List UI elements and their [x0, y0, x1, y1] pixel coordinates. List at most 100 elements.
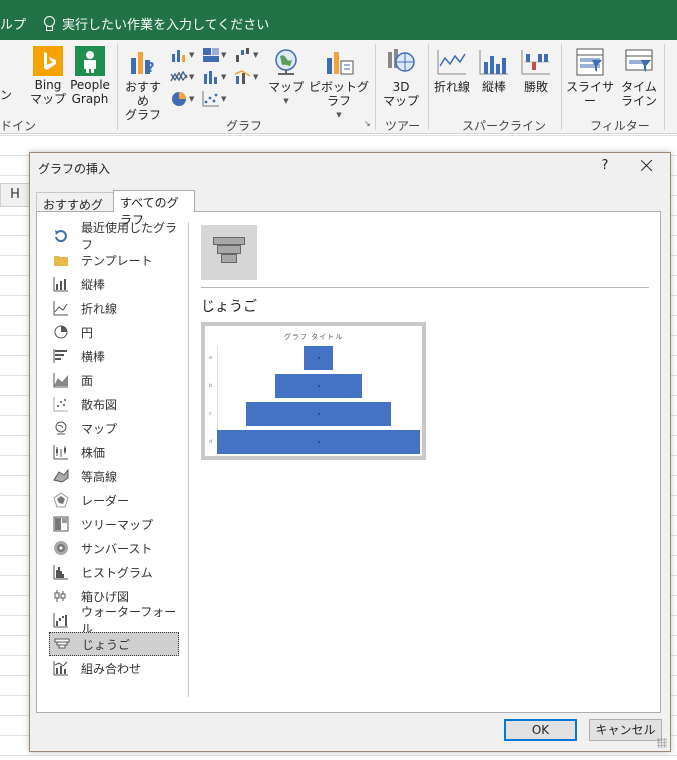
- line-chart-icon[interactable]: [170, 68, 188, 86]
- chart-type-label: 面: [81, 373, 94, 388]
- addins-fragment[interactable]: ン: [0, 88, 12, 102]
- column-chart-icon[interactable]: [170, 46, 188, 64]
- ok-button[interactable]: OK: [504, 719, 577, 741]
- chevron-down-icon: ▼: [253, 51, 259, 59]
- hierarchy-chart-icon[interactable]: [202, 46, 220, 64]
- help-button[interactable]: ?: [597, 158, 613, 173]
- bing-label-2: マップ: [30, 92, 67, 106]
- chart-type-item[interactable]: 縦棒: [49, 272, 179, 296]
- chart-type-item[interactable]: ツリーマップ: [49, 512, 179, 536]
- timeline-label-2: ライン: [620, 94, 657, 108]
- category-label: a: [209, 355, 213, 361]
- data-label-marker: [317, 385, 320, 387]
- separator: [664, 44, 665, 130]
- column-header-h[interactable]: H: [0, 183, 30, 207]
- map-chart-button[interactable]: マップ ▼: [266, 46, 306, 108]
- tell-me-box[interactable]: 実行したい作業を入力してください: [42, 14, 269, 33]
- chart-type-item[interactable]: 株価: [49, 440, 179, 464]
- surface-chart-icon: [53, 468, 69, 484]
- tell-me-text: 実行したい作業を入力してください: [62, 18, 270, 33]
- chart-type-label: 横棒: [81, 349, 106, 364]
- resize-grip-icon[interactable]: [657, 738, 667, 748]
- chart-type-item[interactable]: サンバースト: [49, 536, 179, 560]
- tab-all-charts[interactable]: すべてのグラフ: [113, 190, 195, 227]
- chart-type-item[interactable]: ウォーターフォール: [49, 605, 179, 636]
- funnel-bar: [217, 430, 420, 454]
- chart-type-item[interactable]: 折れ線: [49, 296, 179, 320]
- chart-type-item[interactable]: レーダー: [49, 488, 179, 512]
- charts-group-label: グラフ: [226, 119, 263, 133]
- dialog-launcher-icon[interactable]: ↘: [364, 119, 371, 128]
- chart-type-label: 等高線: [81, 469, 118, 484]
- chart-type-label: 株価: [81, 445, 106, 460]
- tours-group-label: ツアー: [385, 119, 421, 133]
- 3d-map-button[interactable]: 3D マップ: [380, 46, 422, 108]
- radar-chart-icon: [53, 492, 69, 508]
- sparklines-group-label: スパークライン: [462, 119, 547, 133]
- separator: [375, 44, 376, 130]
- statistic-chart-icon[interactable]: [202, 68, 220, 86]
- pivot-chart-label: ピボットグラフ: [308, 80, 369, 108]
- recent-icon: [53, 228, 69, 244]
- people-graph-button[interactable]: People Graph: [68, 46, 112, 106]
- thumb-bar: [213, 237, 245, 245]
- sparkline-winloss-button[interactable]: 勝敗: [518, 46, 554, 94]
- people-graph-icon: [75, 46, 105, 76]
- sparkline-column-button[interactable]: 縦棒: [476, 46, 512, 94]
- bing-map-button[interactable]: Bing マップ: [30, 46, 66, 106]
- thumb-bar: [221, 254, 237, 263]
- 3d-map-label-1: 3D: [392, 80, 410, 94]
- preview-heading: じょうご: [201, 299, 257, 315]
- chevron-down-icon: ▼: [221, 51, 227, 59]
- chart-type-item[interactable]: 面: [49, 368, 179, 392]
- slicer-button[interactable]: スライサー: [564, 46, 616, 108]
- pivot-chart-button[interactable]: ピボットグラフ ▼: [306, 46, 372, 122]
- help-tab[interactable]: ルプ: [0, 14, 26, 33]
- chart-type-label: テンプレート: [81, 253, 153, 268]
- ribbon: ン ドイン Bing マップ People Graph ? おすすめ グラフ ▼…: [0, 40, 677, 134]
- chart-type-item[interactable]: 円: [49, 320, 179, 344]
- category-label: d: [209, 439, 213, 445]
- combo-chart-icon[interactable]: [234, 68, 252, 86]
- funnel-chart-preview[interactable]: グラフ タイトル a b c d: [201, 322, 426, 460]
- sparkline-column-icon: [478, 46, 510, 78]
- area-chart-icon: [53, 372, 69, 388]
- waterfall-chart-icon[interactable]: [234, 46, 252, 64]
- timeline-button[interactable]: タイム ライン: [619, 46, 659, 108]
- pie-chart-icon[interactable]: [170, 90, 188, 108]
- chart-type-item[interactable]: テンプレート: [49, 248, 179, 272]
- bar-chart-icon: [53, 348, 69, 364]
- chart-type-item[interactable]: マップ: [49, 416, 179, 440]
- chart-type-item[interactable]: 散布図: [49, 392, 179, 416]
- scatter-chart-icon: [53, 396, 69, 412]
- chart-type-item[interactable]: ヒストグラム: [49, 560, 179, 584]
- dialog-title: グラフの挿入: [38, 162, 111, 176]
- map-label: マップ: [267, 80, 304, 94]
- chart-type-item[interactable]: 横棒: [49, 344, 179, 368]
- sparkline-line-button[interactable]: 折れ線: [432, 46, 472, 94]
- scatter-chart-icon[interactable]: [202, 90, 220, 108]
- funnel-subtype-thumbnail[interactable]: [201, 225, 257, 280]
- chart-type-item[interactable]: 組み合わせ: [49, 656, 179, 680]
- tab-recommended[interactable]: おすすめグラフ: [36, 192, 114, 229]
- separator: [428, 44, 429, 130]
- chevron-down-icon: ▼: [283, 97, 289, 105]
- globe-icon: [270, 46, 302, 78]
- chart-type-label: レーダー: [81, 493, 130, 508]
- data-label-marker: [317, 413, 320, 415]
- chart-type-item[interactable]: じょうご: [49, 632, 179, 656]
- chart-type-item[interactable]: 等高線: [49, 464, 179, 488]
- sunburst-chart-icon: [53, 540, 69, 556]
- combo-chart-icon: [53, 660, 69, 676]
- chart-type-label: 折れ線: [81, 301, 118, 316]
- cancel-button[interactable]: キャンセル: [589, 719, 662, 741]
- chart-type-label: マップ: [81, 421, 118, 436]
- chart-type-label: 縦棒: [81, 277, 106, 292]
- timeline-label-1: タイム: [621, 80, 657, 94]
- close-icon[interactable]: [636, 155, 658, 177]
- sparkline-line-label: 折れ線: [433, 80, 470, 94]
- chart-type-item[interactable]: 最近使用したグラフ: [49, 221, 179, 252]
- preview-chart-title: グラフ タイトル: [283, 333, 344, 341]
- recommended-charts-button[interactable]: ? おすすめ グラフ: [120, 46, 166, 122]
- funnel-bar: [304, 346, 333, 370]
